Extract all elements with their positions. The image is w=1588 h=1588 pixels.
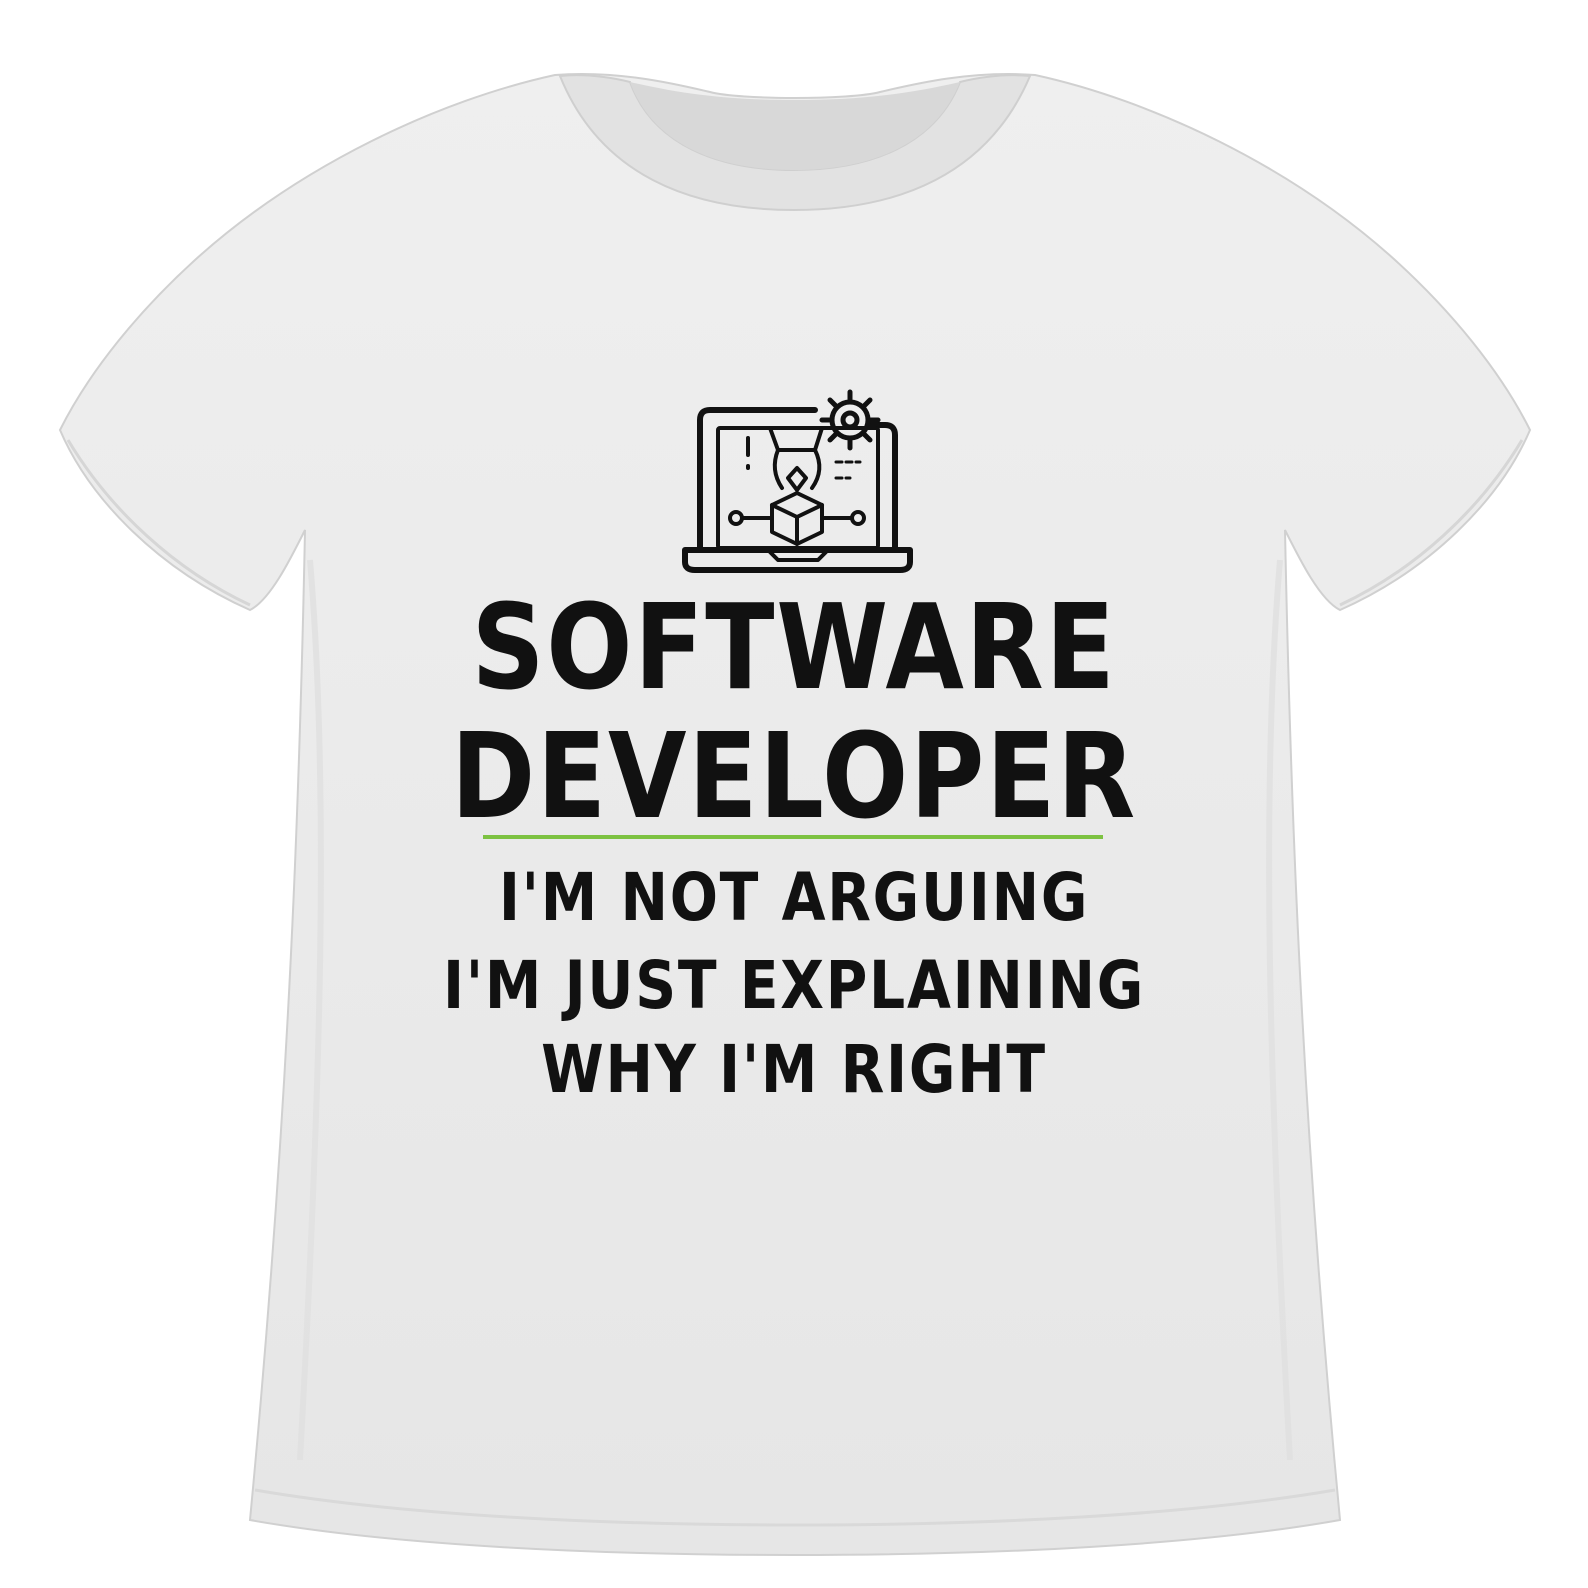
tagline-just-explaining: I'M JUST EXPLAINING bbox=[442, 947, 1146, 1024]
tagline-not-arguing: I'M NOT ARGUING bbox=[498, 859, 1090, 936]
headline-software: SOFTWARE bbox=[471, 578, 1117, 716]
headline-developer: DEVELOPER bbox=[450, 707, 1138, 845]
green-divider-line bbox=[483, 835, 1103, 839]
tagline-why-right: WHY I'M RIGHT bbox=[541, 1031, 1047, 1108]
